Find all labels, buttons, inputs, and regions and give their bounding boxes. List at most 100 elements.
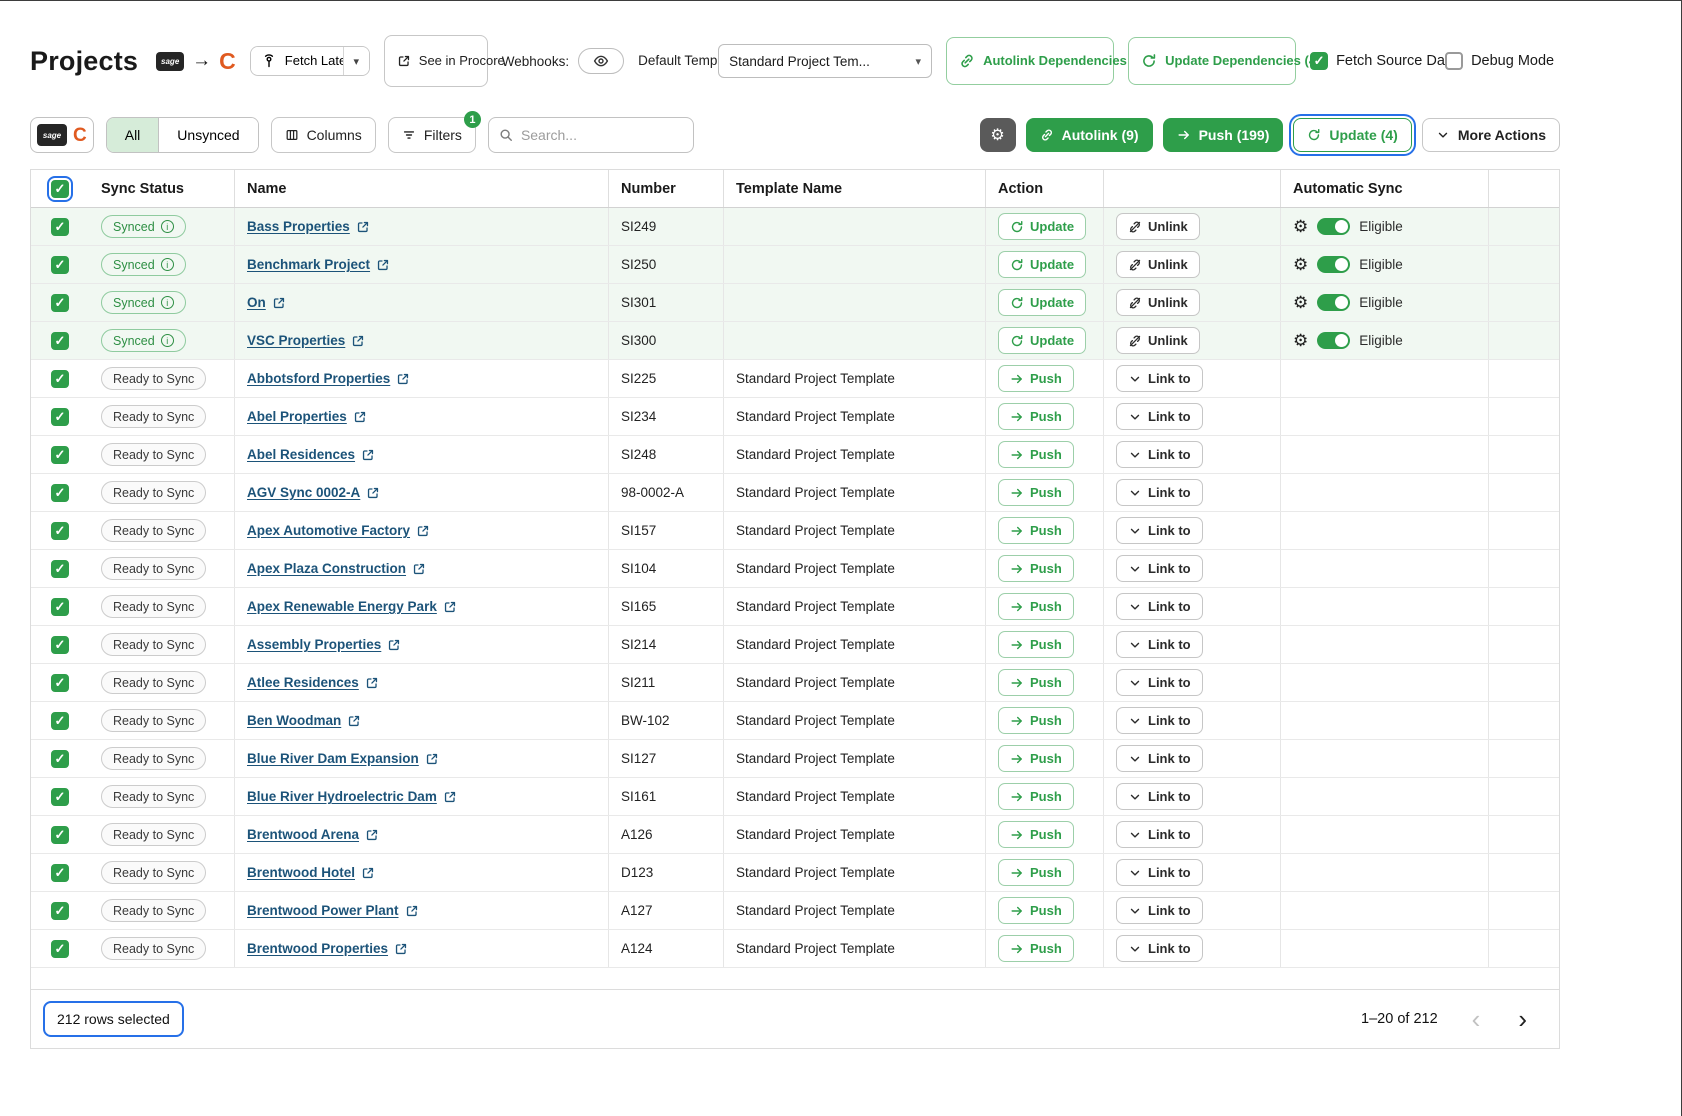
push-row-button[interactable]: Push (998, 365, 1074, 392)
push-row-button[interactable]: Push (998, 897, 1074, 924)
link-to-row-button[interactable]: Link to (1116, 555, 1203, 582)
link-to-row-button[interactable]: Link to (1116, 783, 1203, 810)
autolink-dependencies-button[interactable]: Autolink Dependencies (4) (946, 37, 1114, 85)
link-to-row-button[interactable]: Link to (1116, 745, 1203, 772)
rows-selected-indicator[interactable]: 212 rows selected (43, 1001, 184, 1037)
unlink-row-button[interactable]: Unlink (1116, 327, 1200, 354)
project-name-link[interactable]: Bass Properties (247, 219, 370, 234)
project-name-link[interactable]: Abel Properties (247, 409, 367, 424)
gear-icon[interactable]: ⚙ (1293, 332, 1308, 349)
filters-button[interactable]: Filters 1 (388, 117, 476, 153)
debug-mode-checkbox[interactable]: Debug Mode (1445, 52, 1554, 70)
project-name-link[interactable]: VSC Properties (247, 333, 365, 348)
auto-sync-toggle[interactable] (1317, 294, 1350, 311)
row-checkbox[interactable]: ✓ (51, 902, 69, 920)
project-name-link[interactable]: Brentwood Power Plant (247, 903, 419, 918)
project-name-link[interactable]: Brentwood Hotel (247, 865, 375, 880)
update-row-button[interactable]: Update (998, 213, 1086, 240)
push-row-button[interactable]: Push (998, 821, 1074, 848)
link-to-row-button[interactable]: Link to (1116, 707, 1203, 734)
project-name-link[interactable]: Abel Residences (247, 447, 375, 462)
project-name-link[interactable]: Atlee Residences (247, 675, 379, 690)
info-icon[interactable]: i (161, 296, 174, 309)
project-name-link[interactable]: Benchmark Project (247, 257, 390, 272)
push-row-button[interactable]: Push (998, 593, 1074, 620)
scope-unsynced-tab[interactable]: Unsynced (158, 118, 257, 152)
project-name-link[interactable]: Brentwood Properties (247, 941, 408, 956)
update-row-button[interactable]: Update (998, 251, 1086, 278)
search-input[interactable] (521, 127, 671, 143)
link-to-row-button[interactable]: Link to (1116, 669, 1203, 696)
see-in-procore-button[interactable]: See in Procore (384, 35, 488, 87)
unlink-row-button[interactable]: Unlink (1116, 213, 1200, 240)
push-button[interactable]: Push (199) (1163, 118, 1284, 152)
project-name-link[interactable]: Abbotsford Properties (247, 371, 410, 386)
gear-icon[interactable]: ⚙ (1293, 218, 1308, 235)
row-checkbox[interactable]: ✓ (51, 484, 69, 502)
more-actions-button[interactable]: More Actions (1422, 118, 1560, 152)
link-to-row-button[interactable]: Link to (1116, 593, 1203, 620)
push-row-button[interactable]: Push (998, 783, 1074, 810)
push-row-button[interactable]: Push (998, 859, 1074, 886)
info-icon[interactable]: i (161, 258, 174, 271)
project-name-link[interactable]: Blue River Hydroelectric Dam (247, 789, 457, 804)
gear-icon[interactable]: ⚙ (1293, 256, 1308, 273)
row-checkbox[interactable]: ✓ (51, 712, 69, 730)
push-row-button[interactable]: Push (998, 631, 1074, 658)
push-row-button[interactable]: Push (998, 707, 1074, 734)
row-checkbox[interactable]: ✓ (51, 294, 69, 312)
link-to-row-button[interactable]: Link to (1116, 479, 1203, 506)
push-row-button[interactable]: Push (998, 403, 1074, 430)
row-checkbox[interactable]: ✓ (51, 788, 69, 806)
push-row-button[interactable]: Push (998, 745, 1074, 772)
row-checkbox[interactable]: ✓ (51, 750, 69, 768)
previous-page-button[interactable]: ‹ (1468, 1006, 1485, 1032)
row-checkbox[interactable]: ✓ (51, 560, 69, 578)
project-name-link[interactable]: Assembly Properties (247, 637, 401, 652)
row-checkbox[interactable]: ✓ (51, 218, 69, 236)
project-name-link[interactable]: Brentwood Arena (247, 827, 379, 842)
push-row-button[interactable]: Push (998, 517, 1074, 544)
row-checkbox[interactable]: ✓ (51, 598, 69, 616)
fetch-source-data-checkbox[interactable]: ✓ Fetch Source Data (1310, 52, 1431, 70)
fetch-latest-data-button[interactable]: Fetch Latest Data (251, 47, 343, 75)
gear-icon[interactable]: ⚙ (1293, 294, 1308, 311)
update-row-button[interactable]: Update (998, 289, 1086, 316)
row-checkbox[interactable]: ✓ (51, 522, 69, 540)
row-checkbox[interactable]: ✓ (51, 408, 69, 426)
row-checkbox[interactable]: ✓ (51, 940, 69, 958)
link-to-row-button[interactable]: Link to (1116, 403, 1203, 430)
auto-sync-toggle[interactable] (1317, 256, 1350, 273)
update-dependencies-button[interactable]: Update Dependencies (4) (1128, 37, 1296, 85)
project-name-link[interactable]: AGV Sync 0002-A (247, 485, 380, 500)
link-to-row-button[interactable]: Link to (1116, 517, 1203, 544)
update-button[interactable]: Update (4) (1293, 118, 1411, 152)
fetch-latest-dropdown-button[interactable]: ▾ (343, 47, 369, 75)
update-row-button[interactable]: Update (998, 327, 1086, 354)
info-icon[interactable]: i (161, 220, 174, 233)
row-checkbox[interactable]: ✓ (51, 674, 69, 692)
row-checkbox[interactable]: ✓ (51, 826, 69, 844)
source-target-toggle[interactable]: sage C (30, 117, 94, 153)
link-to-row-button[interactable]: Link to (1116, 821, 1203, 848)
link-to-row-button[interactable]: Link to (1116, 365, 1203, 392)
auto-sync-toggle[interactable] (1317, 332, 1350, 349)
autolink-button[interactable]: Autolink (9) (1026, 118, 1153, 152)
push-row-button[interactable]: Push (998, 555, 1074, 582)
push-row-button[interactable]: Push (998, 669, 1074, 696)
row-checkbox[interactable]: ✓ (51, 370, 69, 388)
auto-sync-toggle[interactable] (1317, 218, 1350, 235)
project-name-link[interactable]: Apex Renewable Energy Park (247, 599, 457, 614)
project-name-link[interactable]: Ben Woodman (247, 713, 361, 728)
push-row-button[interactable]: Push (998, 441, 1074, 468)
unlink-row-button[interactable]: Unlink (1116, 289, 1200, 316)
info-icon[interactable]: i (161, 334, 174, 347)
row-checkbox[interactable]: ✓ (51, 256, 69, 274)
settings-gear-button[interactable]: ⚙ (980, 118, 1016, 152)
row-checkbox[interactable]: ✓ (51, 332, 69, 350)
unlink-row-button[interactable]: Unlink (1116, 251, 1200, 278)
default-template-select[interactable]: Standard Project Tem... ▾ (718, 44, 932, 78)
scope-all-tab[interactable]: All (107, 118, 159, 152)
select-all-checkbox[interactable]: ✓ (51, 180, 69, 198)
push-row-button[interactable]: Push (998, 479, 1074, 506)
